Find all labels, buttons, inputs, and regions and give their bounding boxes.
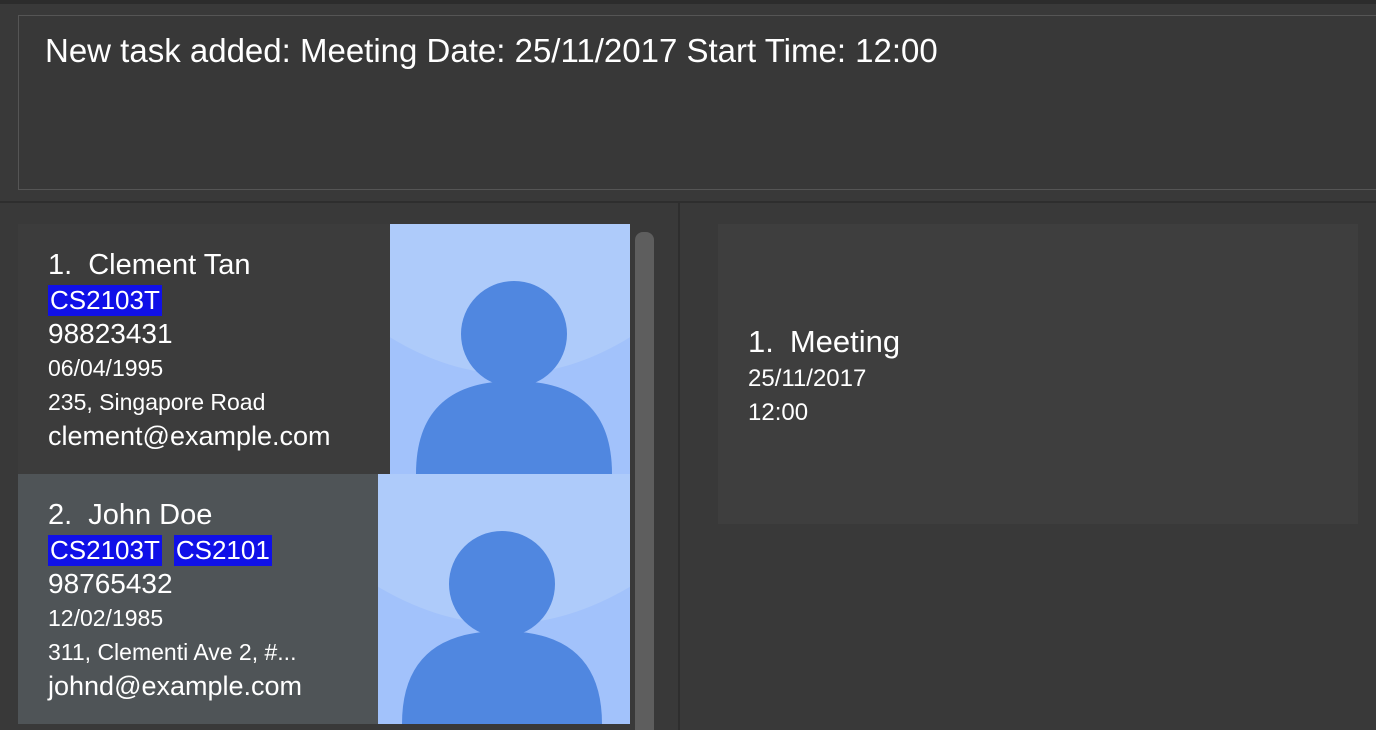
person-phone: 98765432 (48, 568, 173, 599)
person-card[interactable]: 2. John Doe CS2103T CS2101 98765432 12/02… (18, 474, 630, 724)
person-card-info: 1. Clement Tan CS2103T 98823431 06/04/199… (48, 246, 331, 453)
result-display: New task added: Meeting Date: 25/11/2017… (18, 15, 1376, 190)
horizontal-split-divider[interactable] (0, 201, 1376, 203)
person-email: clement@example.com (48, 421, 331, 451)
result-message: New task added: Meeting Date: 25/11/2017… (45, 32, 938, 69)
tag-badge: CS2101 (173, 535, 272, 566)
person-avatar-icon (378, 474, 630, 724)
person-name: Clement Tan (88, 249, 251, 281)
task-name: Meeting (789, 324, 901, 359)
person-list-scrollbar-thumb[interactable] (635, 232, 654, 730)
task-card[interactable]: 1. Meeting 25/11/2017 12:00 (718, 224, 1358, 524)
window-top-strip (0, 0, 1376, 4)
person-name-row: 1. Clement Tan (48, 246, 331, 284)
person-card[interactable]: 1. Clement Tan CS2103T 98823431 06/04/199… (18, 224, 630, 474)
person-address: 311, Clementi Ave 2, #... (48, 639, 297, 665)
person-index: 2. (48, 499, 73, 531)
person-email: johnd@example.com (48, 671, 303, 701)
person-name-row: 2. John Doe (48, 496, 302, 534)
tag-badge: CS2103T (48, 285, 162, 316)
person-card-info: 2. John Doe CS2103T CS2101 98765432 12/02… (48, 496, 302, 703)
person-phone: 98823431 (48, 318, 173, 349)
task-time: 12:00 (748, 399, 809, 426)
task-date: 25/11/2017 (748, 365, 867, 392)
person-index: 1. (48, 249, 73, 281)
vertical-split-divider[interactable] (678, 203, 680, 730)
task-card-info: 1. Meeting 25/11/2017 12:00 (748, 322, 900, 430)
person-tags: CS2103T CS2101 (48, 535, 302, 566)
person-avatar-icon (390, 224, 630, 474)
person-birthday: 12/02/1985 (48, 605, 164, 631)
person-tags: CS2103T (48, 285, 331, 316)
task-index: 1. (748, 324, 774, 359)
person-name: John Doe (88, 499, 213, 531)
tag-badge: CS2103T (48, 535, 162, 566)
person-birthday: 06/04/1995 (48, 355, 164, 381)
person-list[interactable]: 1. Clement Tan CS2103T 98823431 06/04/199… (18, 224, 630, 730)
person-address: 235, Singapore Road (48, 389, 266, 415)
task-name-row: 1. Meeting (748, 322, 900, 362)
